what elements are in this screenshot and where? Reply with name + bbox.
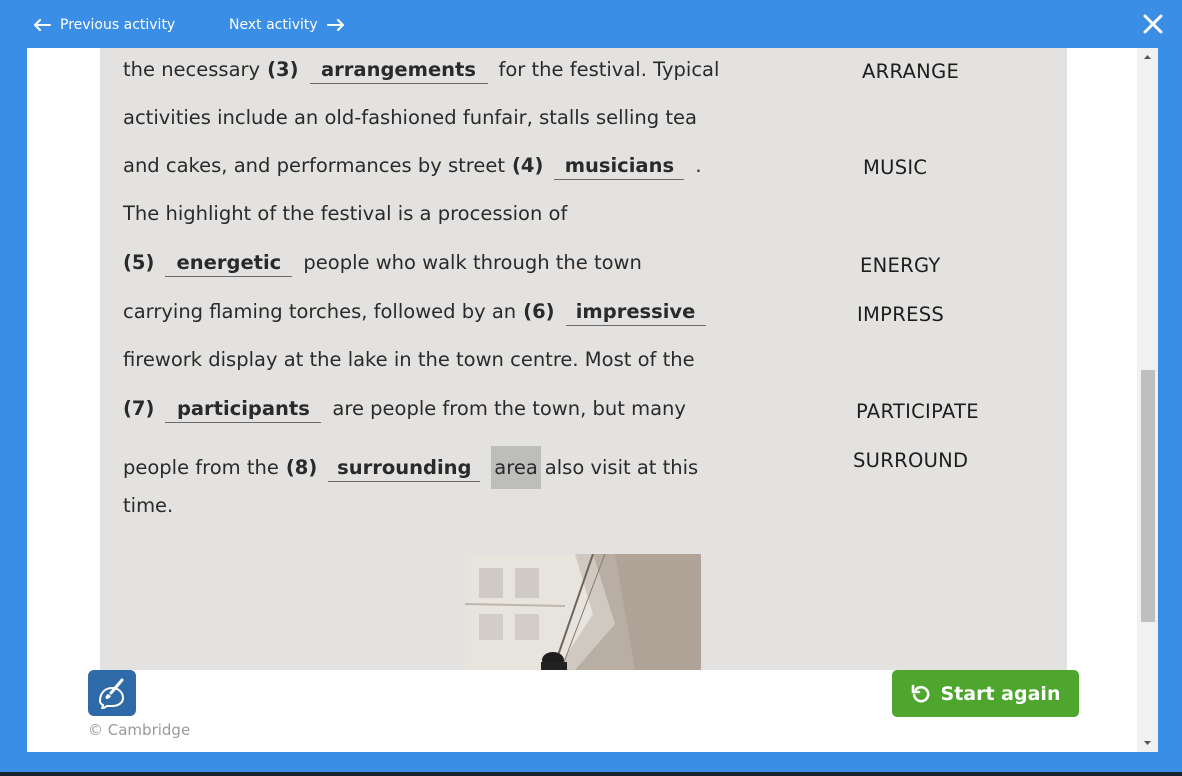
answer-gap-3[interactable]: arrangements <box>309 58 488 84</box>
text-line: time. <box>123 494 173 524</box>
previous-activity-label: Previous activity <box>60 17 176 33</box>
text-segment: firework display at the lake in the town… <box>123 348 695 371</box>
scroll-down-button[interactable] <box>1137 734 1158 752</box>
restart-icon <box>911 684 929 703</box>
gap-number: (5) <box>123 251 155 274</box>
text-segment: people who walk through the town <box>303 251 642 274</box>
text-line: the necessary (3) arrangements for the f… <box>123 58 719 88</box>
keyword-arrange: ARRANGE <box>862 60 960 83</box>
keyword-surround: SURROUND <box>853 449 969 472</box>
answer-gap-8[interactable]: surrounding <box>328 456 481 482</box>
keyword-music: MUSIC <box>863 156 928 179</box>
text-segment: are people from the town, but many <box>332 397 686 420</box>
scroll-thumb[interactable] <box>1141 370 1155 622</box>
text-segment: time. <box>123 494 174 517</box>
brush-speech-icon <box>98 678 125 709</box>
text-segment: The highlight of the festival is a proce… <box>123 202 568 225</box>
start-again-button[interactable]: Start again <box>892 670 1079 717</box>
bottom-border <box>0 752 1182 776</box>
answer-gap-7[interactable]: participants <box>165 397 322 423</box>
text-segment: activities include an old-fashioned funf… <box>123 106 697 129</box>
text-line: (5) energetic people who walk through th… <box>123 251 642 281</box>
arrow-left-icon <box>34 19 51 31</box>
text-segment: also visit at this <box>544 456 699 479</box>
text-line: people from the (8) surrounding area als… <box>123 446 699 489</box>
gap-number: (4) <box>511 154 544 177</box>
text-segment: carrying flaming torches, followed by an <box>123 300 517 323</box>
gap-number: (3) <box>267 58 299 81</box>
text-line: carrying flaming torches, followed by an… <box>123 300 717 330</box>
exercise-panel: the necessary (3) arrangements for the f… <box>100 48 1067 670</box>
text-line: The highlight of the festival is a proce… <box>123 202 567 232</box>
close-icon <box>1143 14 1163 34</box>
answer-gap-5[interactable]: energetic <box>165 251 293 277</box>
text-line: activities include an old-fashioned funf… <box>123 106 697 136</box>
copyright-text: © Cambridge <box>88 721 191 739</box>
text-segment: . <box>695 154 702 177</box>
text-line: (7) participants are people from the tow… <box>123 397 686 427</box>
keyword-energy: ENERGY <box>860 254 941 277</box>
vertical-scrollbar[interactable] <box>1137 48 1158 752</box>
previous-activity-button[interactable]: Previous activity <box>33 15 175 35</box>
annotation-tool-button[interactable] <box>88 670 136 716</box>
gap-number: (8) <box>285 456 318 479</box>
text-segment: the necessary <box>123 58 261 81</box>
caret-up-icon <box>1144 55 1151 59</box>
text-segment: people from the <box>123 456 279 479</box>
text-line: and cakes, and performances by street (4… <box>123 154 702 184</box>
start-again-label: Start again <box>940 682 1061 705</box>
answer-gap-4[interactable]: musicians <box>554 154 685 180</box>
answer-gap-6[interactable]: impressive <box>565 300 706 326</box>
taskbar-edge <box>0 772 1182 776</box>
text-segment: and cakes, and performances by street <box>123 154 505 177</box>
text-line: firework display at the lake in the town… <box>123 348 695 378</box>
keyword-participate: PARTICIPATE <box>856 400 979 423</box>
close-button[interactable] <box>1141 12 1165 36</box>
top-bar: Previous activity Next activity <box>0 0 1182 48</box>
gap-number: (7) <box>123 397 155 420</box>
highlighted-word: area <box>491 446 541 489</box>
arrow-right-icon <box>326 19 344 31</box>
scroll-up-button[interactable] <box>1137 48 1158 66</box>
caret-down-icon <box>1144 741 1151 745</box>
keyword-impress: IMPRESS <box>857 303 945 326</box>
festival-photo <box>465 554 701 670</box>
gap-number: (6) <box>523 300 555 323</box>
next-activity-button[interactable]: Next activity <box>229 15 345 35</box>
next-activity-label: Next activity <box>229 17 318 33</box>
text-segment: for the festival. Typical <box>498 58 720 81</box>
